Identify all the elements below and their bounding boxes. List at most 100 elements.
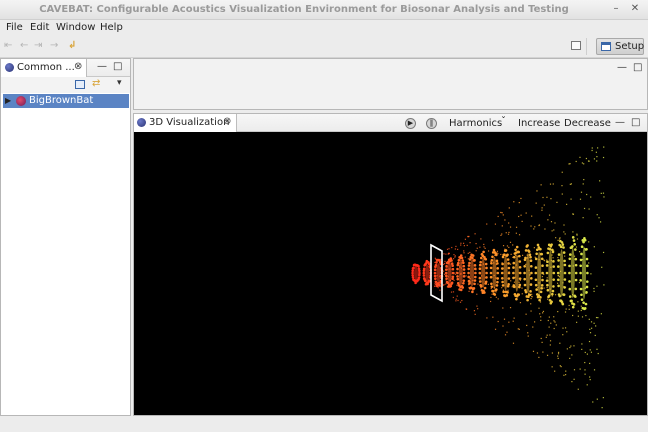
beam-sidelobe-point xyxy=(557,353,560,355)
beam-ring-point xyxy=(563,259,566,263)
beam-sidelobe-point xyxy=(571,381,573,383)
beam-sidelobe-point xyxy=(487,250,490,252)
visualization-canvas[interactable] xyxy=(134,133,647,415)
beam-sidelobe-point xyxy=(457,299,459,302)
beam-sidelobe-point xyxy=(519,302,522,304)
tab-3d-visualization[interactable]: 3D Visualization ⊗ xyxy=(134,114,237,132)
beam-ring-point xyxy=(536,295,540,299)
close-tab-icon[interactable]: ⊗ xyxy=(74,61,82,72)
beam-ring-core xyxy=(526,253,530,293)
decrease-button[interactable]: Decrease xyxy=(564,118,611,129)
beam-sidelobe-point xyxy=(453,253,455,256)
harmonics-dropdown[interactable]: Harmonics xyxy=(449,118,502,129)
last-edit-icon[interactable]: ↲ xyxy=(68,41,76,51)
beam-ring-point xyxy=(539,247,542,251)
expand-icon[interactable]: ▶ xyxy=(5,96,11,105)
minimize-icon[interactable]: — xyxy=(617,63,627,73)
beam-sidelobe-point xyxy=(568,308,570,310)
beam-ring-point xyxy=(571,245,574,248)
main-toolbar: ⇤ ← ⇥ → ↲ Setup xyxy=(0,35,648,58)
setup-perspective-button[interactable]: Setup xyxy=(596,38,644,55)
beam-sidelobe-point xyxy=(575,246,578,248)
beam-sidelobe-point xyxy=(508,207,510,209)
tab-common-navigator[interactable]: Common ... ⊗ xyxy=(1,59,87,77)
beam-sidelobe-point xyxy=(569,346,571,349)
beam-ring-point xyxy=(515,245,519,249)
maximize-icon[interactable]: □ xyxy=(631,118,640,128)
beam-sidelobe-point xyxy=(510,280,512,282)
beam-sidelobe-point xyxy=(557,256,559,259)
beam-sidelobe-point xyxy=(582,217,584,219)
menu-edit[interactable]: Edit xyxy=(30,22,49,33)
beam-sidelobe-point xyxy=(589,328,591,330)
chevron-down-icon[interactable]: ˇ xyxy=(501,116,506,127)
beam-sidelobe-point xyxy=(454,248,456,250)
beam-sidelobe-point xyxy=(568,304,570,307)
beam-ring-point xyxy=(548,247,552,251)
beam-sidelobe-point xyxy=(507,289,509,291)
view-menu-icon[interactable]: ▾ xyxy=(117,78,122,88)
beam-ring-point xyxy=(471,254,475,257)
beam-ring-core xyxy=(548,250,553,296)
beam-ring-point xyxy=(569,299,573,303)
beam-ring-point xyxy=(568,280,571,283)
beam-sidelobe-point xyxy=(551,366,553,368)
maximize-icon[interactable]: □ xyxy=(633,63,642,73)
editor-area-panel: — □ xyxy=(133,58,648,110)
beam-sidelobe-point xyxy=(601,407,603,409)
pause-button[interactable]: ‖ xyxy=(426,118,437,129)
beam-ring-point xyxy=(546,288,550,292)
beam-ring-point xyxy=(584,302,588,306)
close-tab-icon[interactable]: ⊗ xyxy=(223,116,231,127)
beam-ring-point xyxy=(422,271,426,275)
beam-sidelobe-point xyxy=(475,250,477,252)
beam-sidelobe-point xyxy=(570,198,572,200)
back-icon[interactable]: ← xyxy=(20,41,28,51)
perspective-icon xyxy=(601,42,611,51)
beam-ring-point xyxy=(568,295,572,298)
beam-ring-point xyxy=(527,250,531,253)
beam-ring-point xyxy=(447,285,450,288)
beam-ring-point xyxy=(557,259,560,262)
menu-help[interactable]: Help xyxy=(100,22,123,33)
beam-sidelobe-point xyxy=(554,370,556,372)
forward-history-icon[interactable]: ⇥ xyxy=(34,41,42,51)
forward-icon[interactable]: → xyxy=(50,41,58,51)
beam-sidelobe-point xyxy=(452,258,455,260)
minimize-icon[interactable]: — xyxy=(97,62,107,72)
open-perspective-icon[interactable] xyxy=(571,41,581,50)
menu-file[interactable]: File xyxy=(6,22,23,33)
beam-sidelobe-point xyxy=(551,230,553,232)
menu-window[interactable]: Window xyxy=(56,22,95,33)
play-button[interactable]: ▶ xyxy=(405,118,416,129)
beam-ring-point xyxy=(418,273,421,277)
beam-sidelobe-point xyxy=(584,369,586,371)
back-history-icon[interactable]: ⇤ xyxy=(4,41,12,51)
beam-sidelobe-point xyxy=(506,245,509,247)
beam-sidelobe-point xyxy=(479,246,481,248)
beam-sidelobe-point xyxy=(553,229,555,231)
beam-ring-point xyxy=(468,286,472,290)
increase-button[interactable]: Increase xyxy=(518,118,560,129)
beam-ring-point xyxy=(518,265,522,269)
beam-ring-point xyxy=(434,264,438,267)
collapse-all-icon[interactable] xyxy=(75,80,85,89)
beam-ring-point xyxy=(518,271,522,275)
tree-item-bigbrownbat[interactable]: ▶ BigBrownBat xyxy=(3,94,129,108)
beam-sidelobe-point xyxy=(563,231,565,233)
minimize-window-button[interactable]: – xyxy=(610,3,622,15)
close-window-button[interactable]: ✕ xyxy=(629,3,641,15)
beam-ring-point xyxy=(518,260,522,263)
beam-sidelobe-point xyxy=(538,224,541,226)
beam-sidelobe-point xyxy=(588,262,590,264)
link-editor-icon[interactable]: ⇄ xyxy=(92,78,100,89)
beam-ring-point xyxy=(562,251,566,254)
minimize-icon[interactable]: — xyxy=(615,118,625,128)
beam-sidelobe-point xyxy=(445,253,447,255)
maximize-icon[interactable]: □ xyxy=(113,62,122,72)
beam-sidelobe-point xyxy=(596,398,598,400)
beam-sidelobe-point xyxy=(569,163,571,165)
beam-sidelobe-point xyxy=(591,149,593,152)
beam-sidelobe-point xyxy=(434,285,436,287)
beam-ring-point xyxy=(518,254,521,258)
